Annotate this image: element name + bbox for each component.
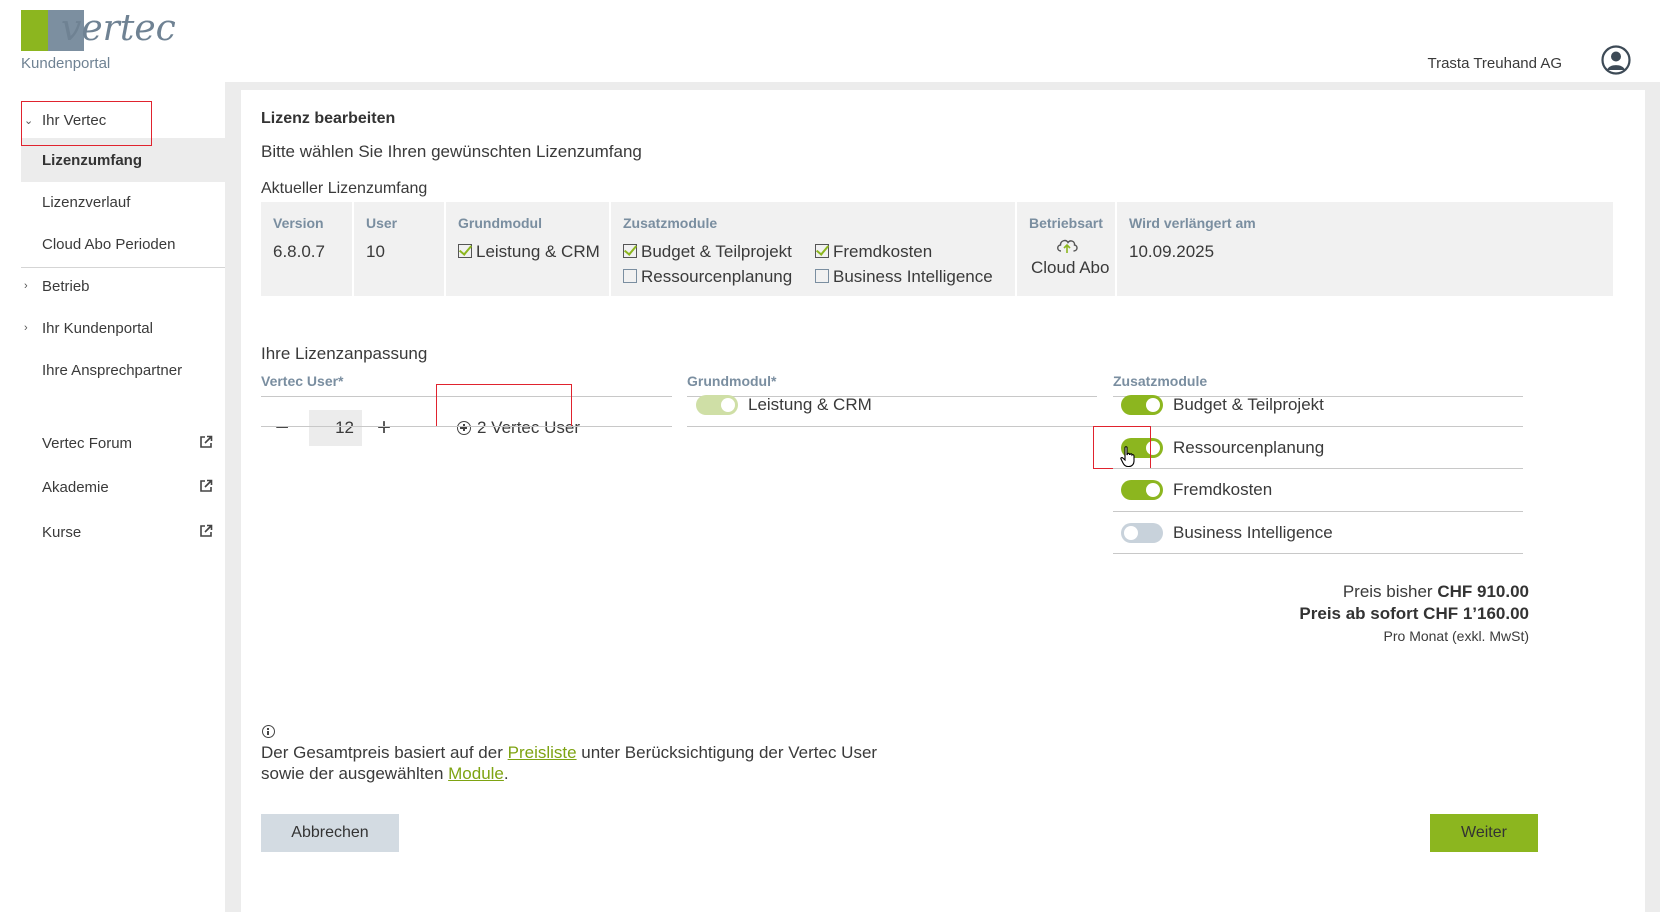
toggle-fremdkosten[interactable] — [1121, 480, 1163, 500]
logo-subtitle: Kundenportal — [21, 55, 111, 72]
logo-square-green — [21, 10, 48, 51]
external-link-icon — [200, 479, 213, 492]
preisliste-link[interactable]: Preisliste — [508, 743, 577, 762]
current-user-cell: User 10 — [354, 202, 444, 296]
external-link-icon — [200, 435, 213, 448]
sidebar-item-label: Akademie — [42, 478, 109, 496]
sidebar-item-vertec-forum[interactable]: Vertec Forum — [21, 421, 225, 465]
current-betriebsart-cell: Betriebsart Cloud Abo — [1017, 202, 1115, 296]
decrement-user-button[interactable]: − — [262, 410, 302, 446]
cloud-upload-icon — [1057, 239, 1078, 253]
external-link-icon — [200, 524, 213, 537]
hand-pointer-icon — [1120, 446, 1135, 468]
zusatz-module-ressourcenplanung: Ressourcenplanung — [623, 267, 792, 287]
checkbox-checked-icon — [458, 244, 472, 258]
grundmodul-value: Leistung & CRM — [458, 242, 600, 262]
betriebsart-label: Betriebsart — [1029, 215, 1103, 231]
company-name: Trasta Treuhand AG — [1427, 55, 1562, 72]
toggle-label: Ressourcenplanung — [1173, 438, 1325, 457]
price-previous: Preis bisher CHF 910.00 — [1342, 582, 1529, 601]
user-value: 10 — [366, 242, 385, 261]
toggle-label: Budget & Teilprojekt — [1173, 395, 1324, 414]
zusatz-module-business-intelligence: Business Intelligence — [815, 267, 993, 287]
toggle-row-ressourcenplanung[interactable]: Ressourcenplanung — [1121, 426, 1324, 470]
grundmodul-toggle-disabled — [696, 395, 738, 415]
toggle-business-intelligence[interactable] — [1121, 523, 1163, 543]
current-license-heading: Aktueller Lizenzumfang — [261, 180, 428, 197]
version-value: 6.8.0.7 — [273, 242, 325, 261]
toggle-label: Business Intelligence — [1173, 523, 1333, 542]
grundmodul-label: Grundmodul — [458, 215, 542, 231]
checkbox-checked-icon — [815, 244, 829, 258]
sidebar-item-label: Ihre Ansprechpartner — [42, 361, 183, 379]
checkbox-checked-icon — [623, 244, 637, 258]
sidebar-item-label: Vertec Forum — [42, 434, 133, 452]
module-link[interactable]: Module — [448, 764, 504, 783]
zusatzmodule-label: Zusatzmodule — [623, 215, 718, 231]
license-adjustment-heading: Ihre Lizenzanpassung — [261, 344, 428, 363]
sidebar-item-akademie[interactable]: Akademie — [21, 465, 225, 509]
sidebar-item-label: Lizenzverlauf — [42, 193, 131, 211]
grundmodul-toggle-label: Leistung & CRM — [748, 395, 872, 414]
sidebar-item-lizenzverlauf[interactable]: Lizenzverlauf — [21, 180, 225, 224]
current-license-table: Version 6.8.0.7 User 10 Grundmodul Leist… — [261, 202, 1613, 296]
cancel-button[interactable]: Abbrechen — [261, 814, 399, 852]
main-panel: Lizenz bearbeiten Bitte wählen Sie Ihren… — [241, 90, 1645, 912]
highlight-box-ihr-vertec — [21, 101, 152, 146]
price-note: Pro Monat (exkl. MwSt) — [1383, 628, 1529, 644]
current-grundmodul-cell: Grundmodul Leistung & CRM — [446, 202, 609, 296]
chevron-right-icon: › — [24, 322, 28, 334]
sidebar-item-kurse[interactable]: Kurse — [21, 510, 225, 554]
row-divider — [687, 426, 1097, 427]
checkbox-empty-icon — [623, 269, 637, 283]
current-version-cell: Version 6.8.0.7 — [261, 202, 352, 296]
sidebar-item-label: Lizenzumfang — [42, 151, 142, 169]
current-renewal-cell: Wird verlängert am 10.09.2025 — [1117, 202, 1613, 296]
toggle-label: Fremdkosten — [1173, 480, 1273, 499]
row-divider — [1113, 553, 1523, 554]
increment-user-button[interactable]: + — [364, 410, 404, 446]
pricing-info-note: Der Gesamtpreis basiert auf der Preislis… — [261, 743, 878, 783]
zusatz-module-budget: Budget & Teilprojekt — [623, 242, 792, 262]
sidebar-item-label: Cloud Abo Perioden — [42, 235, 176, 253]
row-divider — [261, 426, 672, 427]
renewal-date: 10.09.2025 — [1129, 242, 1215, 261]
checkbox-empty-icon — [815, 269, 829, 283]
toggle-budget-teilprojekt[interactable] — [1121, 395, 1163, 415]
current-zusatzmodule-cell: Zusatzmodule Budget & Teilprojekt Fremdk… — [611, 202, 1015, 296]
price-new: Preis ab sofort CHF 1’160.00 — [1299, 604, 1529, 623]
toggle-row-fremdkosten[interactable]: Fremdkosten — [1121, 468, 1272, 512]
vertec-logo[interactable]: vertec Kundenportal — [21, 8, 176, 74]
toggle-row-business-intelligence[interactable]: Business Intelligence — [1121, 511, 1333, 555]
user-count-stepper[interactable]: 12 — [309, 410, 362, 446]
price-summary: Preis bisher CHF 910.00 Preis ab sofort … — [1299, 582, 1529, 644]
grundmodul-toggle-row: Leistung & CRM — [696, 383, 872, 427]
header: vertec Kundenportal Trasta Treuhand AG — [0, 0, 1660, 82]
sidebar-item-ihr-kundenportal[interactable]: › Ihr Kundenportal — [21, 306, 225, 350]
user-circle-icon[interactable] — [1601, 45, 1631, 75]
chevron-right-icon: › — [24, 280, 28, 292]
user-label: User — [366, 215, 398, 231]
info-icon — [262, 725, 275, 738]
zusatz-module-fremdkosten: Fremdkosten — [815, 242, 932, 262]
sidebar-item-label: Ihr Kundenportal — [42, 319, 153, 337]
page-title: Lizenz bearbeiten — [261, 110, 396, 127]
logo-word: vertec — [61, 8, 176, 49]
version-label: Version — [273, 215, 324, 231]
betriebsart-value: Cloud Abo — [1031, 258, 1110, 277]
sidebar-item-label: Betrieb — [42, 277, 90, 295]
sidebar-item-label: Kurse — [42, 523, 82, 541]
sidebar-item-ihre-ansprechpartner[interactable]: Ihre Ansprechpartner — [21, 348, 225, 392]
sidebar-item-betrieb[interactable]: › Betrieb — [21, 264, 225, 308]
sidebar-item-cloud-abo-perioden[interactable]: Cloud Abo Perioden — [21, 222, 225, 266]
toggle-row-budget-teilprojekt[interactable]: Budget & Teilprojekt — [1121, 383, 1324, 427]
renewal-label: Wird verlängert am — [1129, 215, 1256, 231]
next-button[interactable]: Weiter — [1430, 814, 1538, 852]
page-subtitle: Bitte wählen Sie Ihren gewünschten Lizen… — [261, 142, 642, 161]
highlight-box-added-users — [436, 384, 572, 427]
